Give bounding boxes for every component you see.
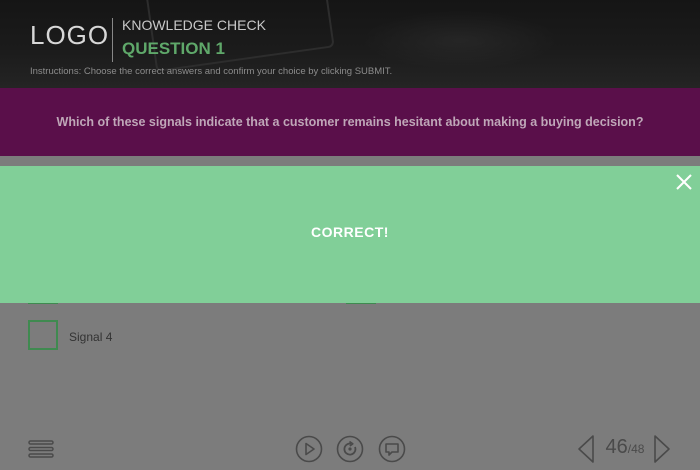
question-number: QUESTION 1 [122, 39, 225, 58]
chevron-right-icon [654, 435, 670, 463]
chevron-left-icon [578, 435, 594, 463]
prev-page-button[interactable] [576, 434, 596, 464]
comment-icon [378, 435, 406, 463]
play-icon [295, 435, 323, 463]
next-page-button[interactable] [652, 434, 672, 464]
section-title: KNOWLEDGE CHECK [122, 17, 266, 33]
play-button[interactable] [295, 435, 323, 463]
header-divider [112, 18, 113, 62]
menu-icon[interactable] [28, 439, 54, 459]
total-pages: /48 [627, 442, 645, 456]
header: LOGO KNOWLEDGE CHECK QUESTION 1 Instruct… [0, 0, 700, 88]
replay-icon [336, 435, 364, 463]
close-icon[interactable] [674, 172, 694, 192]
feedback-message: CORRECT! [311, 224, 389, 240]
replay-button[interactable] [336, 435, 364, 463]
instructions-text: Instructions: Choose the correct answers… [30, 66, 393, 77]
question-text: Which of these signals indicate that a c… [56, 115, 644, 129]
page-counter: 46/48 [600, 436, 650, 459]
question-band: Which of these signals indicate that a c… [0, 88, 700, 156]
header-decoration [145, 0, 335, 73]
comment-button[interactable] [378, 435, 406, 463]
answer-checkbox-signal-4[interactable] [28, 320, 58, 350]
logo: LOGO [30, 20, 110, 50]
answer-label-signal-4: Signal 4 [69, 330, 113, 344]
feedback-panel: CORRECT! [0, 166, 700, 303]
header-decoration-glow [360, 10, 560, 70]
current-page: 46 [605, 436, 628, 458]
